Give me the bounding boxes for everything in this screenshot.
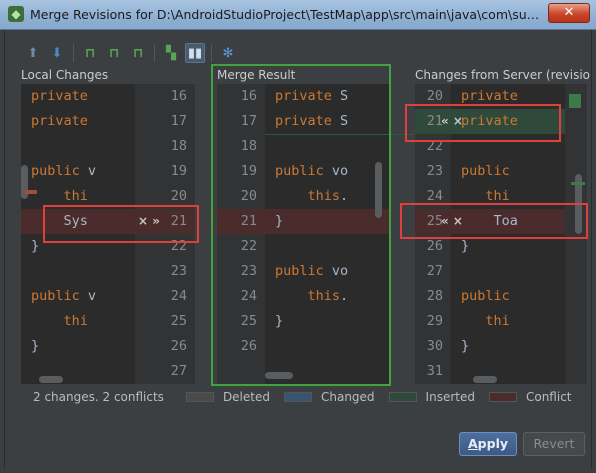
code-line: private (21, 84, 135, 109)
code-keyword: public (461, 288, 510, 304)
annotation-box-server-conflict (400, 203, 588, 239)
code-line: } (21, 334, 135, 359)
annotation-box-merge-result (211, 64, 391, 386)
line-number: 16 (170, 88, 187, 104)
line-number: 27 (170, 363, 187, 379)
deleted-swatch (185, 392, 214, 402)
code-text: v (79, 288, 97, 304)
changed-label: Changed (320, 390, 375, 404)
code-line: public v (21, 159, 135, 184)
annotation-box-server-insert (405, 104, 561, 142)
code-text: } (31, 338, 40, 354)
close-button[interactable]: ✕ (548, 3, 590, 23)
code-text: v (79, 163, 97, 179)
conflict-label: Conflict (525, 390, 572, 404)
toolbar-separator (154, 44, 155, 62)
code-text: } (31, 238, 40, 254)
line-number: 26 (170, 338, 187, 354)
line-number: 29 (426, 313, 443, 329)
code-line: private (21, 109, 135, 134)
horizontal-scrollbar[interactable] (39, 376, 63, 383)
inserted-label: Inserted (425, 390, 475, 404)
android-studio-icon: ◆ (8, 6, 24, 22)
code-keyword: thi (461, 313, 510, 329)
server-changes-header: Changes from Server (revisio... (415, 68, 590, 82)
conflict-marker (25, 190, 37, 194)
inserted-swatch (388, 392, 417, 402)
settings-gear-icon[interactable]: ✻ (218, 43, 238, 63)
line-number: 18 (170, 138, 187, 154)
apply-all-icon[interactable]: ⊓ (104, 43, 124, 63)
down-arrow-icon[interactable]: ⬇ (47, 43, 67, 63)
annotation-box-local-conflict (43, 205, 199, 243)
code-line: public (451, 284, 565, 309)
line-number: 31 (426, 363, 443, 379)
code-keyword: public (31, 288, 80, 304)
apply-right-icon[interactable]: ⊓ (128, 43, 148, 63)
code-text: } (461, 338, 470, 354)
line-number: 23 (170, 263, 187, 279)
code-keyword: thi (31, 313, 88, 329)
revert-button[interactable]: Revert (523, 432, 585, 456)
conflict-swatch (488, 392, 517, 402)
line-number: 28 (426, 288, 443, 304)
line-number: 25 (170, 313, 187, 329)
deleted-label: Deleted (222, 390, 270, 404)
line-number: 24 (170, 288, 187, 304)
horizontal-scrollbar[interactable] (473, 376, 497, 383)
code-line: public (451, 159, 565, 184)
toolbar: ⬆ ⬇ ⊓ ⊓ ⊓ ▚ ▮▮ ✻ (23, 42, 238, 64)
line-number: 30 (426, 338, 443, 354)
apply-left-icon[interactable]: ⊓ (80, 43, 100, 63)
insert-marker (569, 94, 581, 108)
line-number: 23 (426, 163, 443, 179)
window-title: Merge Revisions for D:\AndroidStudioProj… (30, 7, 550, 22)
code-line: public v (21, 284, 135, 309)
merge-dialog: ⬆ ⬇ ⊓ ⊓ ⊓ ▚ ▮▮ ✻ Local Changes Merge Res… (4, 30, 592, 469)
change-summary: 2 changes. 2 conflicts (33, 390, 164, 404)
toolbar-separator (211, 44, 212, 62)
code-keyword: public (461, 163, 510, 179)
code-text: } (461, 238, 470, 254)
side-by-side-icon[interactable]: ▮▮ (185, 43, 205, 63)
code-keyword: public (31, 163, 80, 179)
title-bar: ◆ Merge Revisions for D:\AndroidStudioPr… (0, 0, 596, 30)
code-line: thi (451, 309, 565, 334)
code-keyword: thi (31, 188, 88, 204)
apply-button[interactable]: Apply (459, 432, 517, 456)
code-keyword: private (31, 88, 88, 104)
code-keyword: thi (461, 188, 510, 204)
status-legend: 2 changes. 2 conflicts Deleted Changed I… (33, 387, 586, 407)
change-marker (571, 182, 585, 185)
line-number: 27 (426, 263, 443, 279)
code-line: thi (21, 309, 135, 334)
code-keyword: private (461, 88, 518, 104)
toolbar-separator (73, 44, 74, 62)
changed-swatch (283, 392, 312, 402)
code-keyword: private (31, 113, 88, 129)
local-changes-header: Local Changes (21, 68, 109, 82)
apply-label: pply (477, 436, 509, 451)
magic-resolve-icon[interactable]: ▚ (161, 43, 181, 63)
apply-mnemonic: A (467, 436, 478, 451)
line-number: 17 (170, 113, 187, 129)
code-line: } (451, 334, 565, 359)
up-arrow-icon[interactable]: ⬆ (23, 43, 43, 63)
line-number: 19 (170, 163, 187, 179)
